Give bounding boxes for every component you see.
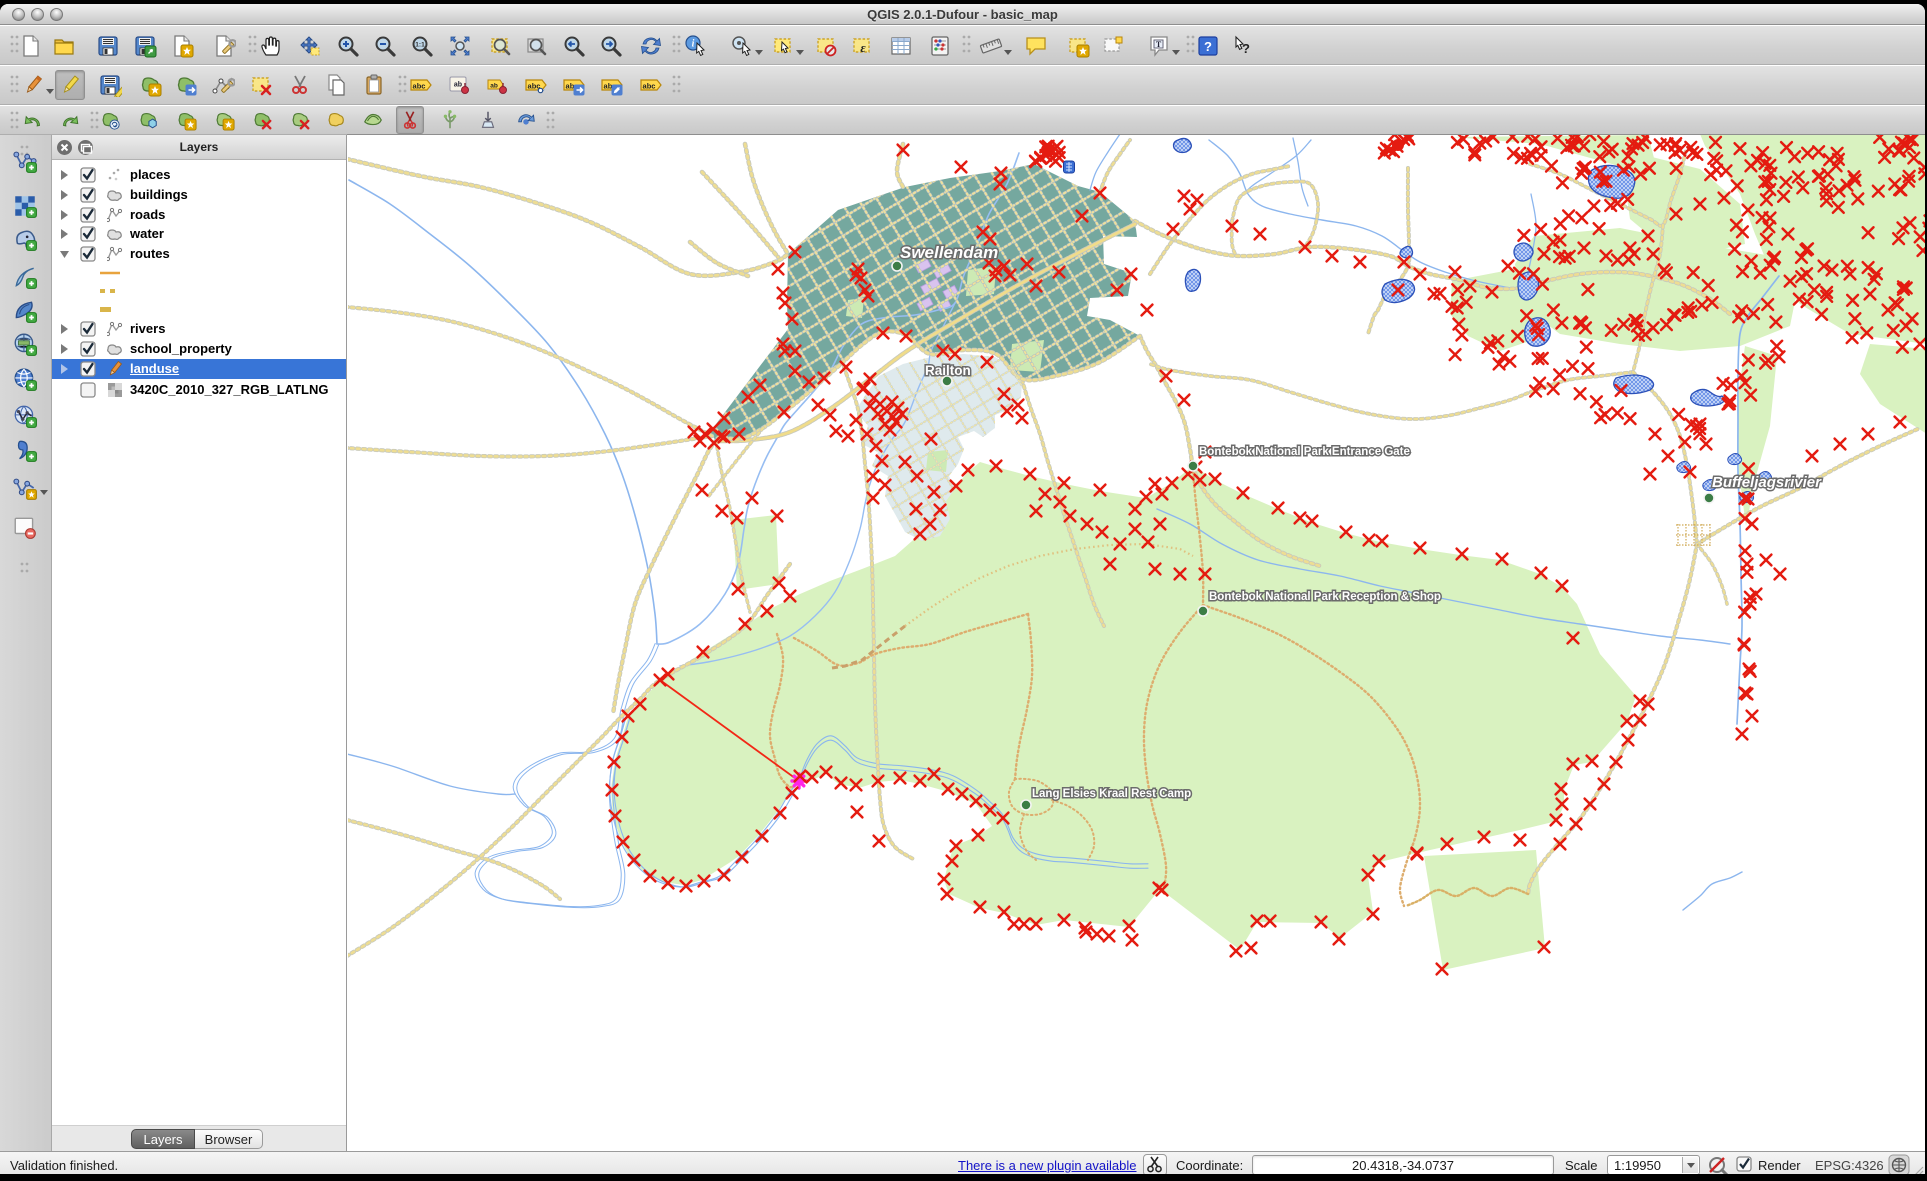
svg-text:Bontebok National Park Entranc: Bontebok National Park Entrance Gate bbox=[1199, 446, 1410, 458]
svg-text:?: ? bbox=[1242, 41, 1250, 56]
svg-text:Buffeljagsrivier: Buffeljagsrivier bbox=[1712, 474, 1822, 491]
svg-text:ab: ab bbox=[454, 82, 462, 89]
svg-text:?: ? bbox=[1204, 39, 1212, 54]
svg-text:1:1: 1:1 bbox=[415, 42, 425, 49]
svg-text:Lang Elsies Kraal Rest Camp: Lang Elsies Kraal Rest Camp bbox=[1032, 788, 1191, 800]
svg-text:ε: ε bbox=[860, 40, 866, 55]
svg-text:abc: abc bbox=[643, 82, 656, 91]
svg-text:ab: ab bbox=[490, 83, 498, 90]
svg-text:Swellendam: Swellendam bbox=[900, 243, 998, 262]
svg-text:abc: abc bbox=[413, 82, 426, 91]
svg-text:Bontebok National Park Recepti: Bontebok National Park Reception & Shop bbox=[1209, 591, 1441, 603]
svg-text:i: i bbox=[691, 39, 694, 50]
svg-text:T: T bbox=[1156, 40, 1162, 49]
